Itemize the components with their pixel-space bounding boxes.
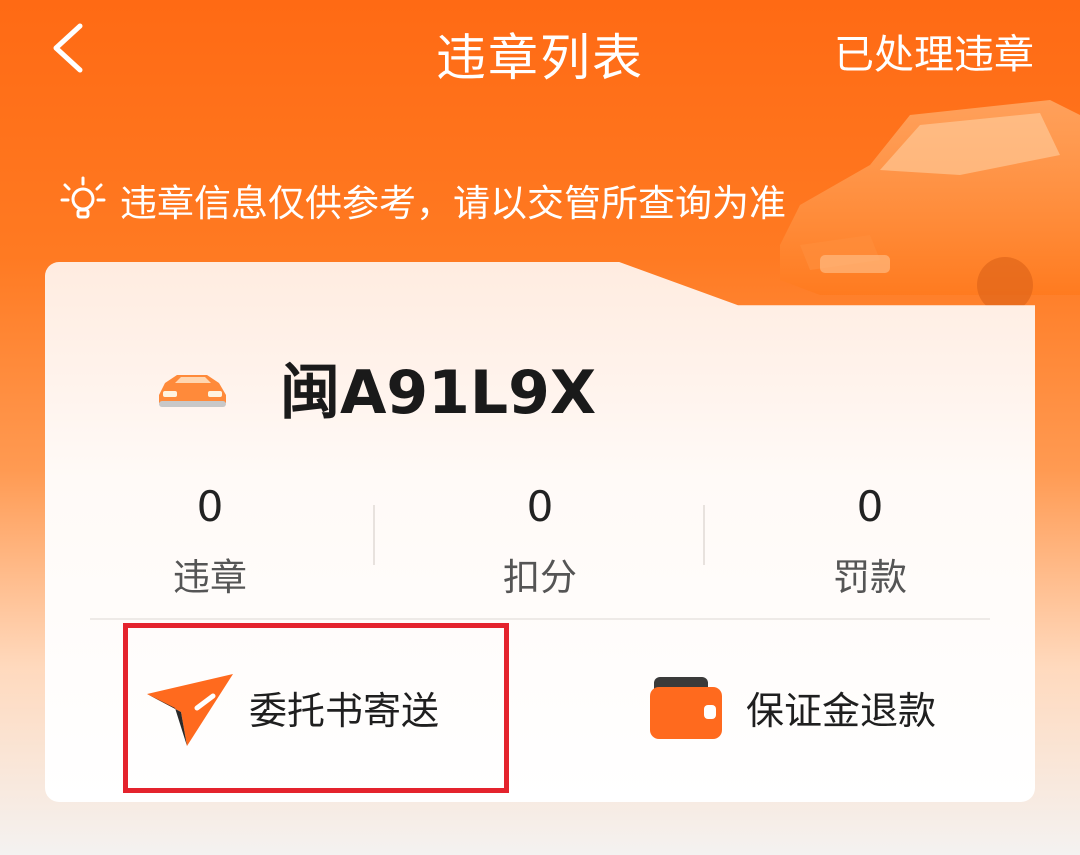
stat-fines[interactable]: 0 罚款 — [705, 482, 1035, 601]
deposit-refund-button[interactable]: 保证金退款 — [650, 620, 936, 795]
stat-value: 0 — [526, 482, 554, 531]
stat-label: 违章 — [173, 556, 247, 599]
background-car-illustration — [780, 100, 1080, 310]
stat-label: 扣分 — [503, 556, 577, 599]
action-label: 保证金退款 — [746, 689, 937, 733]
stat-divider — [373, 505, 375, 565]
stat-violations[interactable]: 0 违章 — [45, 482, 375, 601]
license-plate: 闽A91L9X — [280, 358, 597, 428]
processed-violations-link[interactable]: 已处理违章 — [834, 22, 1034, 80]
stat-points[interactable]: 0 扣分 — [375, 482, 705, 601]
disclaimer-text: 违章信息仅供参考，请以交管所查询为准 — [120, 182, 786, 225]
stat-divider — [703, 505, 705, 565]
stat-value: 0 — [196, 482, 224, 531]
wallet-icon — [650, 676, 722, 739]
violation-stats: 0 违章 0 扣分 0 罚款 — [45, 482, 1035, 602]
car-icon — [159, 375, 226, 407]
top-bar: 违章列表 已处理违章 — [0, 0, 1080, 100]
stat-value: 0 — [856, 482, 884, 531]
vehicle-row: 闽A91L9X — [155, 344, 596, 431]
highlight-box — [123, 623, 509, 793]
stat-label: 罚款 — [833, 556, 907, 599]
disclaimer-notice: 违章信息仅供参考，请以交管所查询为准 — [60, 172, 786, 228]
lightbulb-icon — [60, 176, 106, 219]
